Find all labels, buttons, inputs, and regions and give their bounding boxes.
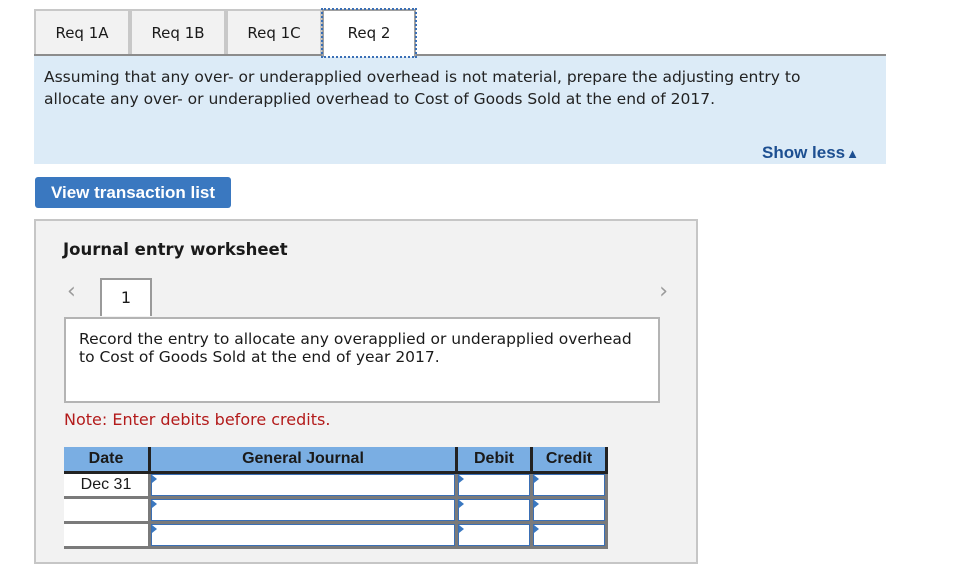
tab-req-1b[interactable]: Req 1B [130,9,226,54]
date-cell [64,497,150,524]
tab-req-2[interactable]: Req 2 [321,8,417,58]
table-row [64,497,608,524]
account-input[interactable] [148,497,457,524]
debit-input[interactable] [455,497,532,524]
table-row [64,522,608,549]
tab-req-1c[interactable]: Req 1C [226,9,322,54]
requirement-tabs: Req 1A Req 1B Req 1C Req 2 [34,8,886,58]
table-row: Dec 31 [64,472,608,499]
dropdown-flag-icon [459,500,464,508]
dropdown-flag-icon [534,500,539,508]
journal-entry-worksheet: Journal entry worksheet ‹ 1 › Record the… [34,219,698,564]
account-input[interactable] [148,522,457,549]
credit-input[interactable] [530,522,608,549]
dropdown-flag-icon [459,525,464,533]
dropdown-flag-icon [534,475,539,483]
debits-note: Note: Enter debits before credits. [64,410,331,429]
triangle-up-icon: ▲ [846,146,859,161]
instructions-text: Assuming that any over- or underapplied … [44,68,801,108]
debit-input[interactable] [455,472,532,499]
instructions-panel: Assuming that any over- or underapplied … [34,56,886,164]
header-date: Date [64,447,150,474]
date-cell [64,522,150,549]
journal-header-row: Date General Journal Debit Credit [64,447,608,474]
dropdown-flag-icon [152,525,157,533]
debit-input[interactable] [455,522,532,549]
entry-instruction-box: Record the entry to allocate any overapp… [64,317,660,403]
journal-table: Date General Journal Debit Credit Dec 31 [64,447,608,549]
dropdown-flag-icon [534,525,539,533]
header-debit: Debit [455,447,532,474]
account-input[interactable] [148,472,457,499]
chevron-left-icon[interactable]: ‹ [67,279,76,304]
chevron-right-icon[interactable]: › [659,279,668,304]
show-less-link[interactable]: Show less▲ [762,143,859,163]
entry-page-tab[interactable]: 1 [100,278,152,316]
worksheet-title: Journal entry worksheet [63,240,288,259]
header-general-journal: General Journal [148,447,457,474]
credit-input[interactable] [530,497,608,524]
tab-req-1a[interactable]: Req 1A [34,9,130,54]
dropdown-flag-icon [152,475,157,483]
header-credit: Credit [530,447,608,474]
dropdown-flag-icon [152,500,157,508]
dropdown-flag-icon [459,475,464,483]
view-transaction-list-button[interactable]: View transaction list [35,177,231,208]
credit-input[interactable] [530,472,608,499]
show-less-label: Show less [761,143,846,162]
date-cell: Dec 31 [64,472,150,499]
